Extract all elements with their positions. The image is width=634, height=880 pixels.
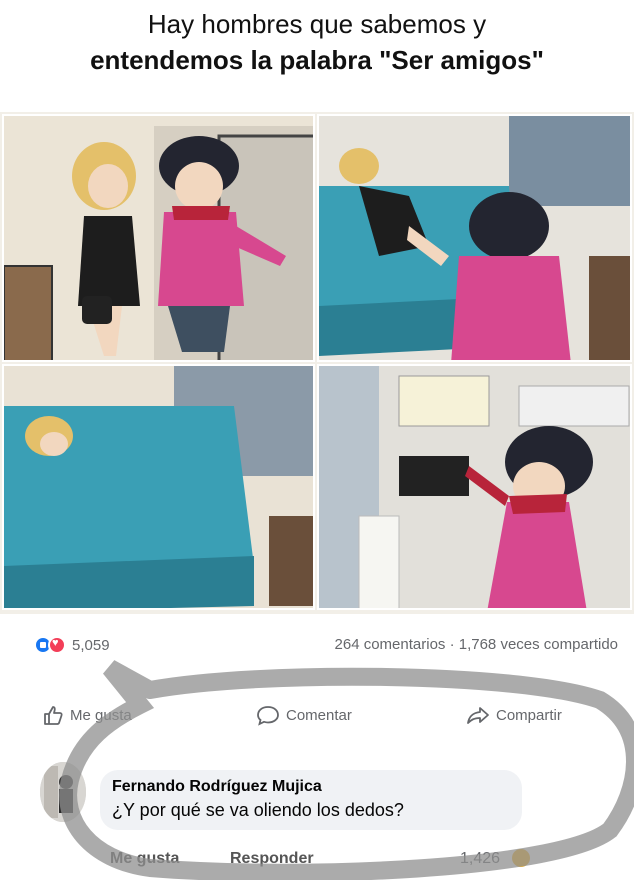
caption-line-2: entendemos la palabra "Ser amigos" — [90, 45, 544, 75]
share-arrow-icon — [467, 707, 489, 724]
comment-bubble: Fernando Rodríguez Mujica ¿Y por qué se … — [100, 770, 522, 830]
comment-like-link[interactable]: Me gusta — [110, 850, 179, 867]
post-stats: 5,059 264 comentarios · 1,768 veces comp… — [34, 634, 624, 660]
comment-text: ¿Y por qué se va oliendo los dedos? — [112, 800, 404, 820]
comic-panel-2 — [317, 114, 632, 362]
comic-panel-4 — [317, 364, 632, 610]
share-button-label: Compartir — [496, 706, 562, 724]
like-button-label: Me gusta — [70, 706, 132, 724]
comment-button-label: Comentar — [286, 706, 352, 724]
comic-panel-3 — [2, 364, 315, 610]
comments-shares-count[interactable]: 264 comentarios · 1,768 veces compartido — [335, 636, 618, 653]
comic-panel-1 — [2, 114, 315, 362]
thumb-up-icon — [44, 706, 63, 725]
like-button[interactable]: Me gusta — [42, 704, 132, 726]
reaction-count: 5,059 — [72, 636, 110, 654]
comment-icon — [257, 706, 279, 726]
meme-caption: Hay hombres que sabemos y entendemos la … — [0, 6, 634, 78]
love-reaction-icon — [48, 636, 66, 654]
comment-reply-link[interactable]: Responder — [230, 850, 314, 868]
share-button[interactable]: Compartir — [466, 704, 562, 726]
comment-author[interactable]: Fernando Rodríguez Mujica — [112, 778, 512, 796]
caption-line-1: Hay hombres que sabemos y — [147, 9, 487, 39]
comment-item: Fernando Rodríguez Mujica ¿Y por qué se … — [30, 762, 620, 872]
post-reactions[interactable]: 5,059 — [34, 636, 110, 654]
comic-image — [0, 112, 634, 614]
haha-reaction-icon — [512, 849, 530, 867]
comment-button[interactable]: Comentar — [256, 704, 352, 726]
post-action-bar: Me gusta Comentar Compartir — [0, 694, 634, 738]
avatar[interactable] — [40, 762, 86, 822]
comment-reaction-count[interactable]: 1,426 — [460, 850, 500, 868]
comment-meta: Me gusta Responder 1,426 — [110, 849, 530, 868]
